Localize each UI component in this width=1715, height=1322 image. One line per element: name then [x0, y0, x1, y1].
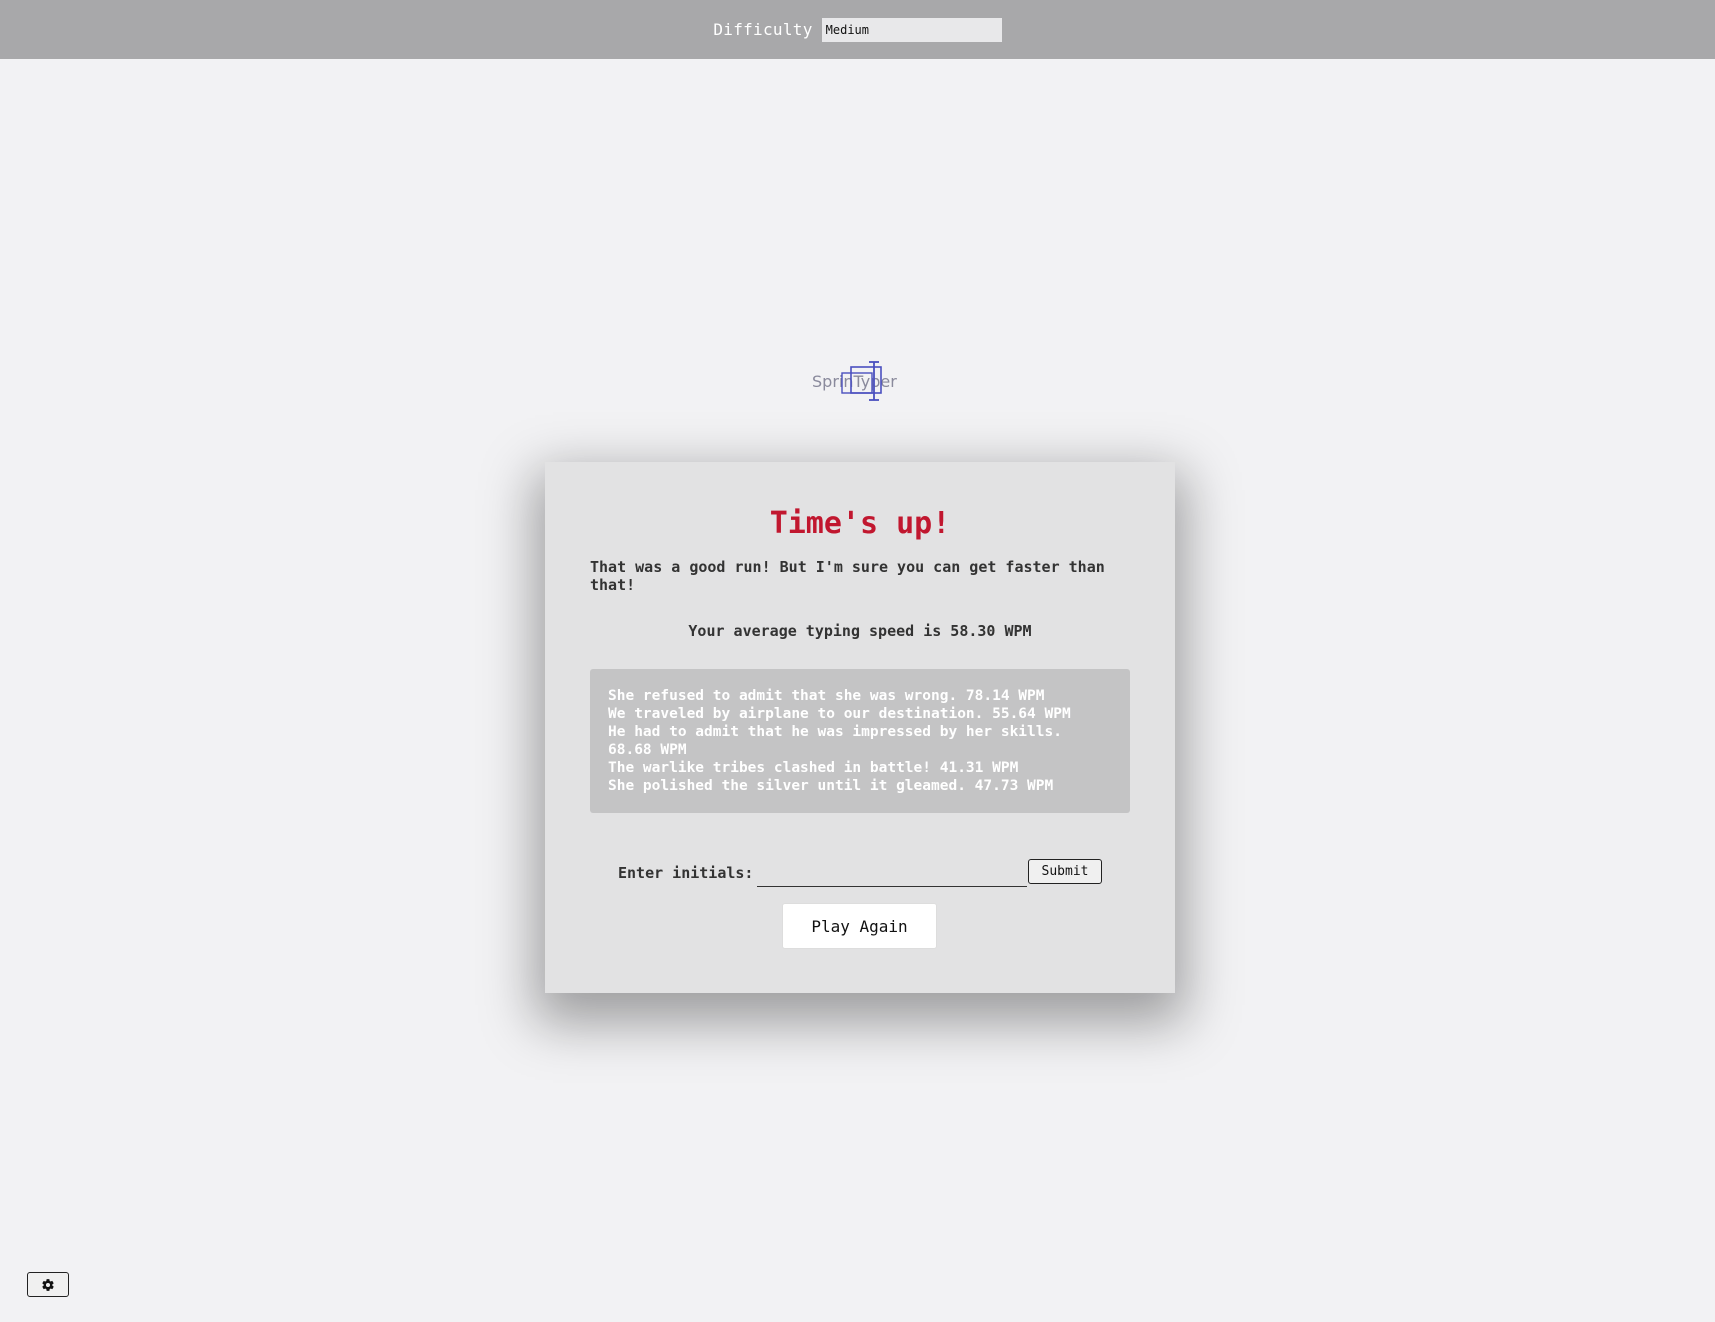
gear-icon [42, 1278, 54, 1291]
list-item: The warlike tribes clashed in battle! 41… [608, 760, 1019, 776]
list-item: She refused to admit that she was wrong.… [608, 688, 1045, 704]
result-message: That was a good run! But I'm sure you ca… [590, 558, 1105, 594]
modal-title: Time's up! [769, 506, 951, 541]
initials-label: Enter initials: [618, 864, 754, 882]
difficulty-label: Difficulty [713, 20, 813, 39]
initials-form: Enter initials: Submit [618, 856, 1108, 888]
logo: SprinTyper [808, 358, 912, 404]
list-item: She polished the silver until it gleamed… [608, 778, 1054, 794]
difficulty-select[interactable]: Medium [821, 17, 1002, 42]
top-bar: Difficulty Medium [0, 0, 1715, 59]
list-item: He had to admit that he was impressed by… [608, 724, 1062, 758]
initials-input[interactable] [757, 856, 1027, 887]
average-speed: Your average typing speed is 58.30 WPM [688, 622, 1032, 640]
text-cursor-logo-icon [841, 361, 882, 401]
settings-button[interactable] [27, 1272, 69, 1297]
submit-button[interactable]: Submit [1028, 859, 1102, 884]
results-list: She refused to admit that she was wrong.… [590, 669, 1130, 813]
list-item: We traveled by airplane to our destinati… [608, 706, 1071, 722]
play-again-button[interactable]: Play Again [782, 903, 937, 949]
results-modal: Time's up! That was a good run! But I'm … [545, 462, 1175, 993]
